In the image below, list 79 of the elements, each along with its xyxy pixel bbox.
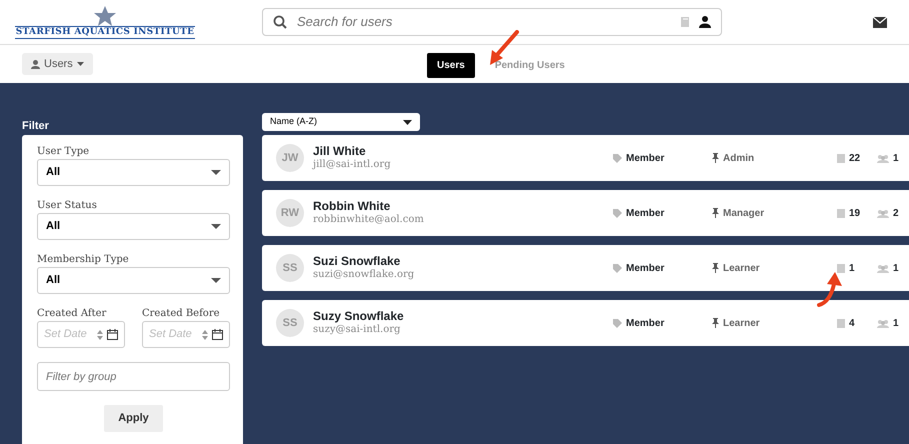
person-icon [31, 60, 40, 68]
mail-icon[interactable] [873, 16, 887, 28]
filter-title: Filter [22, 119, 50, 134]
field-label: Created Before [142, 307, 221, 320]
field-label: User Type [37, 145, 90, 158]
book-icon [836, 318, 845, 328]
caret-icon [211, 278, 221, 283]
user-card[interactable]: JW Jill White jill@sai-intl.org Member Admin 22 1 [262, 135, 909, 181]
book-icon [836, 154, 845, 162]
tab[interactable]: Users [427, 53, 475, 78]
course-count: 22 [849, 152, 860, 166]
user-email: jill@sai-intl.org [313, 159, 392, 171]
user-name: Robbin White [313, 200, 392, 214]
user-email: robbinwhite@aol.com [313, 214, 425, 226]
group-count: 1 [893, 152, 899, 166]
calendar-icon [212, 329, 223, 340]
stepper-icon [202, 330, 208, 340]
avatar: RW [276, 199, 304, 227]
user-name: Suzi Snowflake [313, 255, 402, 269]
sort-select[interactable]: Name (A-Z) [262, 113, 420, 131]
select-field[interactable]: All [37, 267, 230, 294]
tag-icon [613, 318, 622, 328]
pin-icon [712, 153, 719, 163]
tag-icon [613, 264, 622, 272]
stepper-icon [97, 330, 103, 340]
avatar: SS [276, 254, 304, 282]
tag-icon [613, 208, 622, 218]
group-count: 1 [893, 316, 899, 330]
apply-button[interactable]: Apply [104, 405, 163, 432]
user-email: suzi@snowflake.org [313, 269, 416, 281]
pin-icon [712, 208, 719, 218]
annotation-arrow [816, 270, 844, 310]
user-name: Jill White [313, 145, 367, 159]
role-label: Admin [723, 152, 754, 166]
caret-icon [211, 224, 221, 229]
course-count: 4 [849, 316, 855, 330]
search-bar[interactable]: Search for users [262, 8, 722, 36]
role-label: Manager [723, 206, 764, 220]
select-field[interactable]: All [37, 213, 230, 240]
group-icon [877, 264, 889, 272]
user-name: Suzy Snowflake [313, 310, 405, 324]
caret-icon [76, 62, 84, 66]
book-icon [679, 16, 691, 28]
tag-icon [613, 154, 622, 162]
membership-label: Member [626, 262, 664, 276]
caret-icon [211, 170, 221, 175]
membership-label: Member [626, 206, 664, 220]
role-label: Learner [723, 316, 760, 330]
user-email: suzy@sai-intl.org [313, 324, 402, 336]
users-menu-button[interactable]: Users [22, 52, 93, 76]
group-icon [877, 154, 889, 162]
avatar: JW [276, 144, 304, 172]
field-label: User Status [37, 199, 98, 212]
user-card[interactable]: RW Robbin White robbinwhite@aol.com Member Manager 19 2 [262, 190, 909, 236]
pin-icon [712, 318, 719, 328]
group-count: 2 [893, 206, 899, 220]
field-label: Created After [37, 307, 108, 320]
logo[interactable]: STARFISH AQUATICS INSTITUTE [14, 26, 196, 38]
book-icon [836, 208, 845, 218]
pin-icon [712, 263, 719, 273]
group-filter-field[interactable]: Filter by group [37, 362, 230, 391]
membership-label: Member [626, 152, 664, 166]
role-label: Learner [723, 262, 760, 276]
avatar: SS [276, 309, 304, 337]
membership-label: Member [626, 316, 664, 330]
user-card[interactable]: SS Suzi Snowflake suzi@snowflake.org Member Learner 1 1 [262, 245, 909, 291]
group-icon [877, 208, 889, 218]
course-count: 1 [849, 262, 855, 276]
calendar-icon [107, 329, 118, 340]
group-count: 1 [893, 262, 899, 276]
course-count: 19 [849, 206, 860, 220]
search-icon [273, 15, 287, 29]
group-icon [877, 318, 889, 328]
caret-icon [403, 120, 412, 124]
person-icon [699, 16, 711, 28]
user-card[interactable]: SS Suzy Snowflake suzy@sai-intl.org Member Learner 4 1 [262, 300, 909, 346]
field-label: Membership Type [37, 253, 130, 266]
select-field[interactable]: All [37, 159, 230, 186]
book-icon [836, 264, 845, 272]
